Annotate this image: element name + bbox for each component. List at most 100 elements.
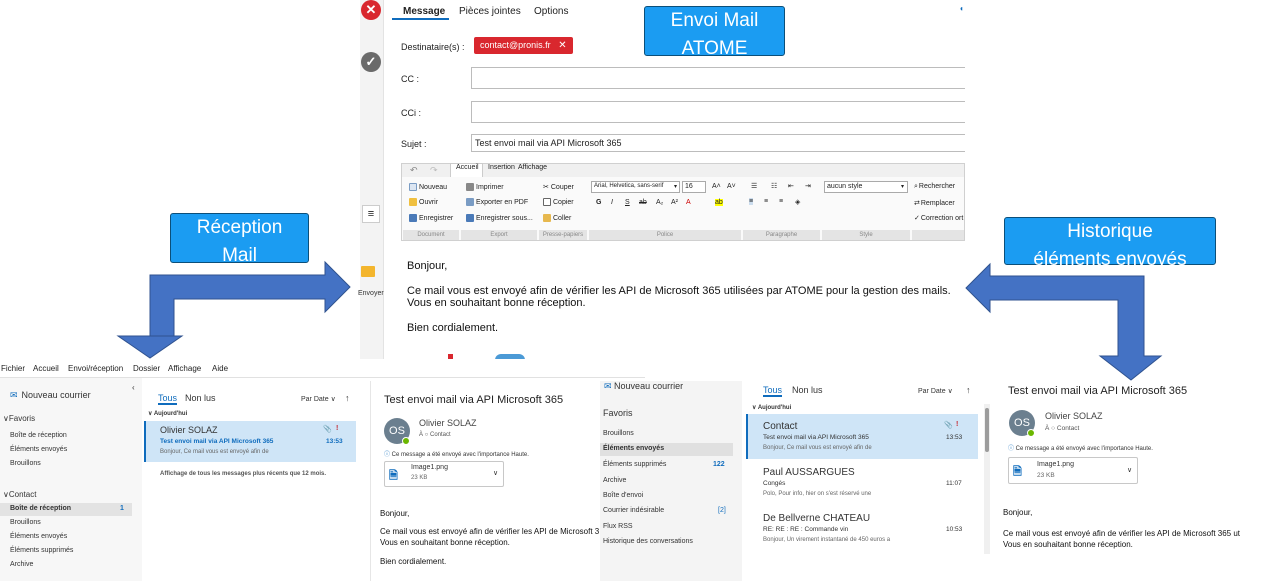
to-prefix: À	[419, 432, 424, 438]
group-today-label: Aujourd'hui	[153, 411, 188, 417]
reading-from: Olivier SOLAZ	[419, 418, 477, 428]
importance-icon: !	[336, 425, 339, 432]
menu-fichier[interactable]: Fichier	[1, 364, 25, 373]
reading-title: Test envoi mail via API Microsoft 365	[384, 394, 564, 406]
junk-count: [2]	[718, 507, 726, 514]
sent-row-3-time: 10:53	[946, 526, 963, 533]
presence-icon	[402, 437, 410, 445]
favoris-header[interactable]: ∨Favoris	[3, 414, 35, 423]
sent-reading-title: Test envoi mail via API Microsoft 365	[1008, 385, 1188, 397]
sent-row-1-subject: Test envoi mail via API Microsoft 365	[763, 434, 869, 441]
sent-row-2-time: 11:07	[946, 480, 962, 487]
message-preview: Bonjour, Ce mail vous est envoyé afin de	[160, 449, 269, 455]
inbox-unread-count: 1	[120, 505, 124, 512]
sent-sort-label: Par Date	[918, 388, 946, 395]
reading-greeting: Bonjour,	[380, 509, 410, 518]
favoris-label: Favoris	[8, 414, 36, 423]
sent-reading-line2: Vous en souhaitant bonne réception.	[1003, 540, 1133, 549]
contact-deleted[interactable]: Éléments supprimés	[10, 547, 73, 554]
arrow-historique	[965, 262, 1163, 381]
sent-attachment-name: Image1.png	[1037, 461, 1074, 468]
sent-reading-to: À ○ Contact	[1045, 425, 1080, 432]
to-value: Contact	[429, 432, 451, 438]
sent-group-today: ∨ Aujourd'hui	[752, 404, 791, 411]
contact-inbox[interactable]: Boîte de réception	[10, 505, 71, 512]
new-mail-button[interactable]: ✉ Nouveau courrier	[10, 390, 91, 401]
sent-favoris[interactable]: Favoris	[603, 408, 633, 418]
contact-header[interactable]: ∨Contact	[3, 490, 36, 499]
attachment-icon: 📎	[944, 422, 953, 429]
sent-row-3-subject: RE: RE : RE : Commande vin	[763, 526, 849, 533]
tab-non-lus[interactable]: Non lus	[185, 393, 216, 403]
fav-drafts[interactable]: Brouillons	[10, 460, 41, 467]
chevron-down-icon[interactable]: ∨	[493, 469, 498, 477]
folder-deleted[interactable]: Éléments supprimés	[603, 461, 666, 468]
message-time: 13:53	[326, 438, 343, 445]
reading-closing: Bien cordialement.	[380, 557, 447, 566]
chevron-down-icon[interactable]: ∨	[1127, 466, 1132, 474]
new-mail-label: Nouveau courrier	[21, 390, 91, 400]
sort-by-date[interactable]: Par Date ∨	[301, 395, 336, 403]
folder-outbox[interactable]: Boîte d'envoi	[603, 492, 643, 499]
menu-accueil[interactable]: Accueil	[33, 364, 59, 373]
chevron-down-icon: ∨	[330, 396, 336, 403]
sent-row-2-subject: Congés	[763, 480, 786, 487]
new-mail-icon: ✉	[604, 381, 615, 391]
info-icon: ⓘ	[1008, 446, 1016, 452]
importance-notice: ⓘ Ce message a été envoyé avec l'importa…	[384, 449, 529, 458]
arrow-reception-head	[116, 335, 184, 359]
sent-row-2-from: Paul AUSSARGUES	[763, 467, 855, 478]
sent-tab-tous[interactable]: Tous	[763, 385, 783, 397]
sent-row-1-from: Contact	[763, 421, 798, 432]
attachment-icon: 📎	[323, 426, 332, 433]
folder-junk[interactable]: Courrier indésirable	[603, 507, 664, 514]
scrollbar-thumb[interactable]	[985, 408, 989, 452]
folder-sent[interactable]: Éléments envoyés	[603, 445, 664, 452]
collapse-icon[interactable]: ‹	[132, 383, 135, 392]
info-icon: ⓘ	[384, 452, 392, 458]
tab-tous[interactable]: Tous	[158, 393, 178, 405]
fav-inbox[interactable]: Boîte de réception	[10, 432, 67, 439]
arrow-reception	[126, 260, 351, 339]
sent-row-3-from: De Bellverne CHATEAU	[763, 513, 871, 524]
deleted-count: 122	[713, 461, 725, 468]
sent-reading-greeting: Bonjour,	[1003, 508, 1033, 517]
importance-text: Ce message a été envoyé avec l'importanc…	[391, 452, 529, 458]
sent-reading-from: Olivier SOLAZ	[1045, 411, 1103, 421]
sent-attachment-size: 23 KB	[1037, 472, 1055, 479]
menu-dossier[interactable]: Dossier	[133, 364, 160, 373]
sent-row-1-preview: Bonjour, Ce mail vous est envoyé afin de	[763, 445, 872, 451]
sort-direction-icon[interactable]: ↑	[345, 393, 350, 403]
contact-archive[interactable]: Archive	[10, 561, 33, 568]
chevron-down-icon: ∨	[947, 388, 953, 395]
menu-aide[interactable]: Aide	[212, 364, 228, 373]
fav-sent[interactable]: Éléments envoyés	[10, 446, 67, 453]
sent-sort-by-date[interactable]: Par Date ∨	[918, 387, 953, 395]
attachment-size: 23 KB	[411, 475, 428, 481]
message-from: Olivier SOLAZ	[160, 425, 218, 435]
folder-history[interactable]: Historique des conversations	[603, 538, 693, 545]
importance-icon: !	[956, 421, 959, 428]
sent-new-mail-button[interactable]: ✉ Nouveau courrier	[604, 381, 683, 392]
sent-tab-non-lus[interactable]: Non lus	[792, 385, 823, 395]
image-file-icon: 🗎	[389, 470, 398, 482]
folder-rss[interactable]: Flux RSS	[603, 523, 633, 530]
sent-sort-direction-icon[interactable]: ↑	[966, 385, 971, 395]
contact-drafts[interactable]: Brouillons	[10, 519, 41, 526]
reading-line1: Ce mail vous est envoyé afin de vérifier…	[380, 527, 600, 536]
new-mail-icon: ✉	[10, 390, 18, 400]
menu-affichage[interactable]: Affichage	[168, 364, 201, 373]
sent-reading-line1: Ce mail vous est envoyé afin de vérifier…	[1003, 529, 1241, 538]
folder-drafts[interactable]: Brouillons	[603, 430, 634, 437]
menu-envoi-reception[interactable]: Envoi/réception	[68, 364, 123, 373]
contact-sent[interactable]: Éléments envoyés	[10, 533, 67, 540]
sent-group-today-label: Aujourd'hui	[757, 405, 792, 411]
message-subject: Test envoi mail via API Microsoft 365	[160, 438, 274, 445]
attachment-name: Image1.png	[411, 464, 448, 471]
presence-icon	[1027, 429, 1035, 437]
folder-archive[interactable]: Archive	[603, 477, 626, 484]
sent-row-1-time: 13:53	[946, 434, 963, 441]
group-today: ∨ Aujourd'hui	[148, 410, 187, 417]
sort-label: Par Date	[301, 396, 329, 403]
to-prefix: À	[1045, 425, 1050, 432]
